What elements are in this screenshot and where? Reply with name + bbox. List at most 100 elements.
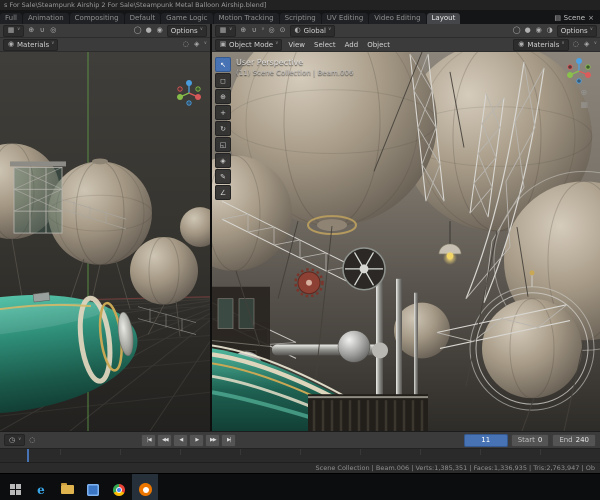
- right-viewport-header-row2: ▣ Object Mode ∨ View Select Add Object ◉…: [212, 38, 600, 52]
- metal-sphere[interactable]: [337, 330, 371, 363]
- right-scene[interactable]: [212, 52, 600, 431]
- snap-magnet-icon[interactable]: ∪: [38, 26, 46, 36]
- workspace-tab-compositing[interactable]: Compositing: [69, 13, 124, 24]
- taskbar-photos[interactable]: [80, 474, 106, 500]
- mode-dropdown[interactable]: ▣ Object Mode ∨: [215, 38, 283, 51]
- scene-selector[interactable]: ▤ Scene ×: [550, 13, 600, 24]
- workspace-tab-default[interactable]: Default: [124, 13, 161, 24]
- taskbar-file-explorer[interactable]: [54, 474, 80, 500]
- workspace-tab-video-editing[interactable]: Video Editing: [369, 13, 426, 24]
- play-reverse-button[interactable]: ◀: [173, 433, 189, 447]
- workspace-tab-uv-editing[interactable]: UV Editing: [321, 13, 369, 24]
- right-viewport-canvas[interactable]: ↖ ◻ ⊕ + ↻ ◱ ◈ ✎ ∠ User Perspective (11) …: [212, 52, 600, 431]
- workspace-tab-scripting[interactable]: Scripting: [279, 13, 321, 24]
- workspace-tab-layout[interactable]: Layout: [426, 13, 461, 24]
- chevron-down-icon: ∨: [561, 41, 565, 47]
- gizmos-icon[interactable]: ◈: [193, 40, 201, 50]
- scene-statistics: Scene Collection | Beam.006 | Verts:1,38…: [315, 464, 595, 472]
- pivot-point-icon[interactable]: ⊙: [279, 26, 287, 36]
- window-title: s For Sale\Steampunk Airship 2 For Sale\…: [4, 1, 267, 9]
- playback-menu-icon[interactable]: ◌: [28, 435, 36, 445]
- frame-start-field[interactable]: Start 0: [510, 433, 550, 447]
- tool-cursor[interactable]: ⊕: [215, 89, 231, 104]
- wheel[interactable]: [342, 247, 386, 291]
- orientation-label: Global: [303, 26, 326, 35]
- tool-move[interactable]: +: [215, 105, 231, 120]
- menu-object[interactable]: Object: [364, 41, 393, 49]
- proportional-edit-icon[interactable]: ◎: [49, 26, 57, 36]
- taskbar-blender[interactable]: [132, 474, 158, 500]
- start-button[interactable]: [2, 474, 28, 500]
- tool-annotate[interactable]: ✎: [215, 169, 231, 184]
- menu-add[interactable]: Add: [342, 41, 362, 49]
- editor-type-dropdown[interactable]: ▦ ∨: [3, 24, 25, 37]
- camera-view-icon[interactable]: ▦: [580, 100, 588, 109]
- current-frame-field[interactable]: 11: [463, 433, 508, 447]
- workspace-tab-motion-tracking[interactable]: Motion Tracking: [213, 13, 279, 24]
- workspace-tab-full[interactable]: Full: [0, 13, 22, 24]
- cursor-3d-icon[interactable]: ⊕: [27, 26, 35, 36]
- left-viewport-header-row2: ◉ Materials ∨ ◌ ◈ ∨: [0, 38, 210, 52]
- menu-select[interactable]: Select: [311, 41, 339, 49]
- shading-wireframe-icon[interactable]: ◯: [134, 26, 142, 36]
- left-viewport-canvas[interactable]: [0, 52, 210, 431]
- scene-icon: ▤: [554, 13, 561, 22]
- left-options-dropdown[interactable]: Options ∨: [166, 24, 207, 37]
- tool-measure[interactable]: ∠: [215, 185, 231, 200]
- options-dropdown[interactable]: Options ∨: [556, 24, 597, 37]
- tool-scale[interactable]: ◱: [215, 137, 231, 152]
- workspace-tab-animation[interactable]: Animation: [22, 13, 69, 24]
- shading-solid-icon[interactable]: ●: [145, 26, 153, 36]
- menu-view[interactable]: View: [285, 41, 308, 49]
- shading-rendered-icon[interactable]: ◑: [546, 26, 554, 36]
- material-sphere-icon: ◉: [7, 40, 15, 48]
- next-keyframe-button[interactable]: ▶▶: [205, 433, 221, 447]
- chevron-down-icon: ∨: [589, 27, 593, 33]
- gizmos-icon[interactable]: ◈: [583, 40, 591, 50]
- chevron-down-icon: ∨: [199, 27, 203, 33]
- proportional-edit-icon[interactable]: ◎: [268, 26, 276, 36]
- tool-tweak-select[interactable]: ↖: [215, 57, 231, 72]
- close-icon[interactable]: ×: [587, 13, 595, 23]
- tool-select-box[interactable]: ◻: [215, 73, 231, 88]
- cursor-3d-icon[interactable]: ⊕: [239, 26, 247, 36]
- balloon[interactable]: [394, 302, 450, 359]
- jump-to-end-button[interactable]: ▶|: [221, 433, 237, 447]
- taskbar-chrome[interactable]: [106, 474, 132, 500]
- balcony-railing[interactable]: [308, 394, 428, 431]
- chevron-down-icon: ∨: [18, 436, 22, 442]
- zoom-icon[interactable]: ⊕: [580, 88, 588, 97]
- edge-icon: e: [37, 482, 45, 497]
- left-shading-dropdown[interactable]: ◉ Materials ∨: [3, 38, 59, 51]
- navigation-gizmo[interactable]: [174, 78, 204, 112]
- chrome-icon: [113, 483, 125, 496]
- orientation-dropdown[interactable]: ◐ Global ∨: [289, 24, 336, 37]
- prev-keyframe-button[interactable]: ◀◀: [157, 433, 173, 447]
- taskbar-edge[interactable]: e: [28, 474, 54, 500]
- snap-magnet-icon[interactable]: ∪: [250, 26, 258, 36]
- scaffold-tower[interactable]: [10, 161, 66, 234]
- jump-to-start-button[interactable]: |◀: [141, 433, 157, 447]
- shading-solid-icon[interactable]: ●: [524, 26, 532, 36]
- play-button[interactable]: ▶: [189, 433, 205, 447]
- shading-material-icon[interactable]: ◉: [156, 26, 164, 36]
- frame-end-field[interactable]: End 240: [552, 433, 596, 447]
- mode-label: Object Mode: [229, 40, 274, 49]
- overlays-icon[interactable]: ◌: [182, 40, 190, 50]
- chevron-down-icon: ∨: [51, 41, 55, 47]
- shading-material-icon[interactable]: ◉: [535, 26, 543, 36]
- tool-rotate[interactable]: ↻: [215, 121, 231, 136]
- shading-wireframe-icon[interactable]: ◯: [513, 26, 521, 36]
- editor-type-dropdown[interactable]: ▦ ∨: [215, 24, 237, 37]
- timeline-track[interactable]: [0, 448, 600, 462]
- right-shading-dropdown[interactable]: ◉ Materials ∨: [513, 38, 569, 51]
- balloon[interactable]: [130, 236, 198, 306]
- blender-icon: [138, 483, 152, 496]
- timeline-editor-dropdown[interactable]: ◷ ∨: [4, 434, 26, 446]
- overlays-icon[interactable]: ◌: [572, 40, 580, 50]
- navigation-gizmo[interactable]: [564, 56, 594, 90]
- workspace-tab-game-logic[interactable]: Game Logic: [161, 13, 213, 24]
- tool-transform[interactable]: ◈: [215, 153, 231, 168]
- playhead[interactable]: [27, 449, 29, 462]
- left-shading-label: Materials: [17, 40, 50, 49]
